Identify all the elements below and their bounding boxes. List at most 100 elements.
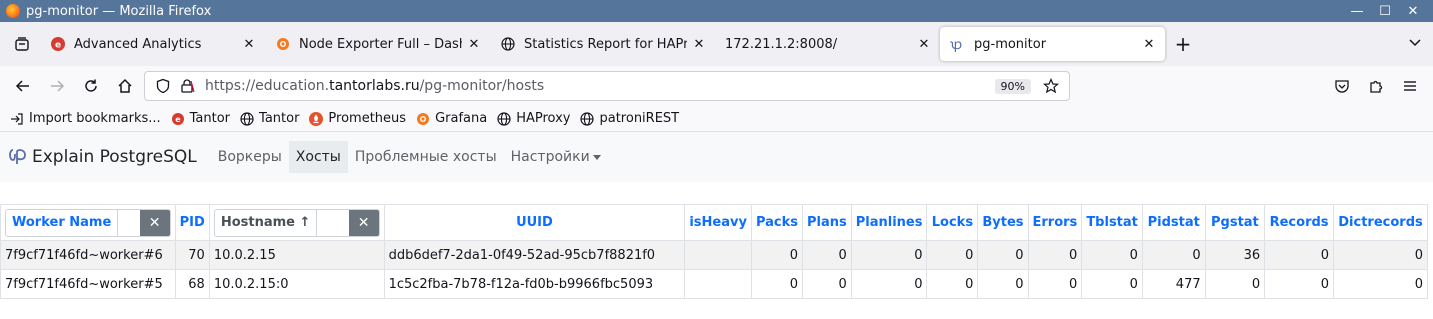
table-row[interactable]: 7f9cf71f46fd~worker#6 70 10.0.2.15 ddb6d… — [0, 240, 1428, 270]
pidstat-cell: 477 — [1141, 269, 1206, 299]
plans-header[interactable]: Plans — [801, 204, 852, 241]
pocket-button[interactable] — [1325, 71, 1359, 101]
hostname-cell: 10.0.2.15 — [208, 240, 385, 270]
uuid-header[interactable]: UUID — [383, 204, 686, 241]
nav-settings-dropdown[interactable]: Настройки — [504, 141, 608, 173]
bytes-cell: 0 — [977, 240, 1029, 270]
close-window-button[interactable]: ✕ — [1399, 4, 1427, 19]
bookmark-star-icon[interactable] — [1039, 78, 1063, 94]
worker-name-filter-input[interactable] — [117, 209, 140, 236]
import-icon — [10, 112, 24, 126]
worker-cell: 7f9cf71f46fd~worker#5 — [0, 269, 176, 299]
tab-list-icon — [15, 37, 29, 51]
records-header[interactable]: Records — [1264, 204, 1334, 241]
pid-cell: 68 — [174, 269, 210, 299]
tab-close-icon[interactable]: ✕ — [916, 37, 932, 52]
bytes-header[interactable]: Bytes — [977, 204, 1029, 241]
uuid-cell: ddb6def7-2da1-0f49-52ad-95cb7f8821f0 — [383, 240, 686, 270]
back-arrow-icon — [15, 80, 29, 92]
back-button[interactable] — [6, 71, 40, 101]
planlines-cell: 0 — [850, 240, 928, 270]
bookmark-import[interactable]: Import bookmarks... — [10, 111, 161, 126]
tab-haproxy-stats[interactable]: Statistics Report for HAPro ✕ — [490, 27, 715, 61]
tab-close-icon[interactable]: ✕ — [691, 37, 707, 52]
isheavy-header[interactable]: isHeavy — [684, 204, 752, 241]
app-menu-button[interactable] — [1393, 71, 1427, 101]
maximize-button[interactable]: ☐ — [1371, 4, 1399, 19]
bookmark-tantor-2[interactable]: Tantor — [240, 111, 299, 126]
globe-icon — [500, 36, 516, 52]
minimize-button[interactable]: — — [1343, 4, 1371, 19]
bytes-cell: 0 — [977, 269, 1029, 299]
bookmark-haproxy[interactable]: HAProxy — [497, 111, 570, 126]
reload-icon — [85, 79, 97, 92]
tab-node-exporter[interactable]: Node Exporter Full – Dashb ✕ — [265, 27, 490, 61]
hosts-table: Worker Name ✕ PID Hostname ↑ ✕ UUID isHe… — [0, 204, 1428, 299]
nav-workers[interactable]: Воркеры — [211, 141, 289, 173]
dictrecords-header[interactable]: Dictrecords — [1333, 204, 1428, 241]
hostname-filter: Hostname ↑ ✕ — [213, 208, 380, 237]
pid-header[interactable]: PID — [174, 204, 210, 241]
tab-close-icon[interactable]: ✕ — [466, 37, 482, 52]
list-all-tabs-button[interactable] — [1397, 35, 1433, 53]
bookmark-patronirest[interactable]: patroniREST — [580, 111, 679, 126]
nav-settings-label: Настройки — [510, 149, 590, 165]
forward-button[interactable] — [40, 71, 74, 101]
dictrecords-cell: 0 — [1333, 240, 1428, 270]
new-tab-button[interactable]: + — [1165, 32, 1201, 56]
tblstat-header[interactable]: Tblstat — [1081, 204, 1143, 241]
shield-icon[interactable] — [151, 78, 175, 94]
tab-close-icon[interactable]: ✕ — [241, 37, 257, 52]
nav-problem-hosts[interactable]: Проблемные хосты — [348, 141, 504, 173]
locks-cell: 0 — [926, 269, 979, 299]
planlines-header[interactable]: Planlines — [850, 204, 928, 241]
pg-monitor-logo-icon: ꝕ — [950, 36, 966, 52]
reload-button[interactable] — [74, 71, 108, 101]
home-button[interactable] — [108, 71, 142, 101]
nav-hosts[interactable]: Хосты — [288, 141, 348, 173]
table-row[interactable]: 7f9cf71f46fd~worker#5 68 10.0.2.15:0 1c5… — [0, 269, 1428, 299]
errors-header[interactable]: Errors — [1027, 204, 1083, 241]
hostname-filter-input[interactable] — [316, 209, 349, 236]
worker-name-sort[interactable]: Worker Name — [6, 215, 117, 230]
worker-name-clear-button[interactable]: ✕ — [139, 209, 170, 236]
window-titlebar: pg-monitor — Mozilla Firefox — ☐ ✕ — [0, 0, 1433, 22]
tab-advanced-analytics[interactable]: e Advanced Analytics ✕ — [40, 27, 265, 61]
url-host: tantorlabs.ru — [329, 78, 420, 94]
url-bar[interactable]: https://education.tantorlabs.ru/pg-monit… — [144, 71, 1070, 101]
toolbar-right — [1325, 71, 1427, 101]
window-title: pg-monitor — Mozilla Firefox — [26, 3, 212, 19]
tab-label: Node Exporter Full – Dashb — [299, 36, 462, 52]
records-cell: 0 — [1264, 269, 1334, 299]
bookmark-label: Import bookmarks... — [29, 111, 161, 126]
hostname-clear-button[interactable]: ✕ — [348, 209, 379, 236]
bookmark-label: patroniREST — [599, 111, 680, 126]
bookmark-label: Prometheus — [328, 111, 407, 126]
bookmark-tantor[interactable]: e Tantor — [171, 111, 230, 126]
firefox-view-button[interactable] — [4, 28, 40, 60]
tab-patroni-endpoint[interactable]: 172.21.1.2:8008/ ✕ — [715, 27, 940, 61]
caret-down-icon — [592, 154, 601, 160]
grafana-icon — [275, 36, 291, 52]
bookmark-prometheus[interactable]: Prometheus — [309, 111, 406, 126]
locks-header[interactable]: Locks — [926, 204, 979, 241]
pidstat-header[interactable]: Pidstat — [1141, 204, 1206, 241]
tab-label: Advanced Analytics — [74, 36, 202, 52]
zoom-level-button[interactable]: 90% — [994, 78, 1031, 94]
tab-pg-monitor[interactable]: ꝕ pg-monitor ✕ — [940, 27, 1165, 61]
hostname-sort[interactable]: Hostname ↑ — [215, 215, 317, 230]
pgstat-header[interactable]: Pgstat — [1204, 204, 1266, 241]
lock-icon[interactable] — [175, 78, 199, 94]
pid-cell: 70 — [174, 240, 210, 270]
url-text[interactable]: https://education.tantorlabs.ru/pg-monit… — [199, 78, 995, 94]
extensions-button[interactable] — [1359, 71, 1393, 101]
bookmark-grafana[interactable]: Grafana — [416, 111, 487, 126]
packs-header[interactable]: Packs — [750, 204, 803, 241]
packs-cell: 0 — [750, 240, 803, 270]
tab-close-icon[interactable]: ✕ — [1141, 37, 1157, 52]
hamburger-menu-icon — [1404, 81, 1416, 91]
chevron-down-icon — [1409, 39, 1421, 47]
prometheus-icon — [309, 111, 324, 126]
tab-strip: e Advanced Analytics ✕ Node Exporter Ful… — [0, 22, 1433, 66]
brand-link[interactable]: Explain PostgreSQL — [7, 146, 197, 168]
